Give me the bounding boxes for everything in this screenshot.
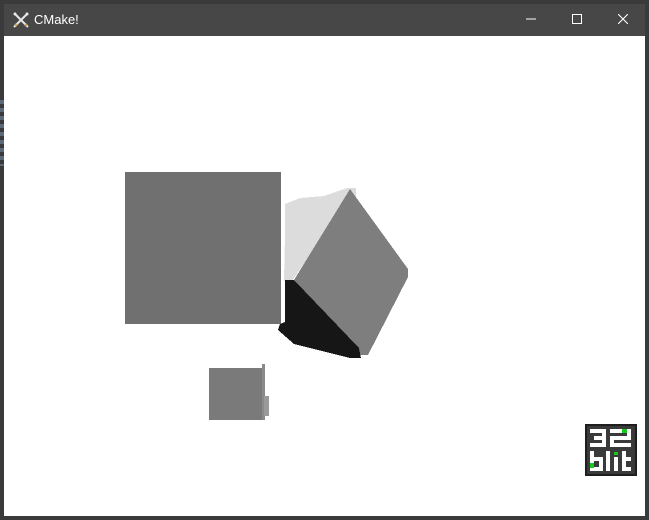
close-icon — [617, 11, 629, 29]
scene-canvas — [125, 172, 408, 420]
app-window: CMake! — [4, 4, 645, 516]
maximize-button[interactable] — [554, 4, 600, 36]
crossed-swords-icon — [12, 11, 30, 29]
small-square-shadow — [264, 396, 269, 416]
32blit-logo-icon: 32blit — [585, 424, 637, 476]
render-viewport[interactable] — [4, 36, 645, 516]
maximize-icon — [572, 11, 582, 29]
title-bar[interactable]: CMake! — [4, 4, 645, 36]
minimize-button[interactable] — [508, 4, 554, 36]
close-button[interactable] — [600, 4, 645, 36]
window-title: CMake! — [34, 12, 79, 27]
small-gray-square — [209, 368, 264, 420]
gray-square — [125, 172, 281, 324]
minimize-icon — [526, 11, 536, 29]
